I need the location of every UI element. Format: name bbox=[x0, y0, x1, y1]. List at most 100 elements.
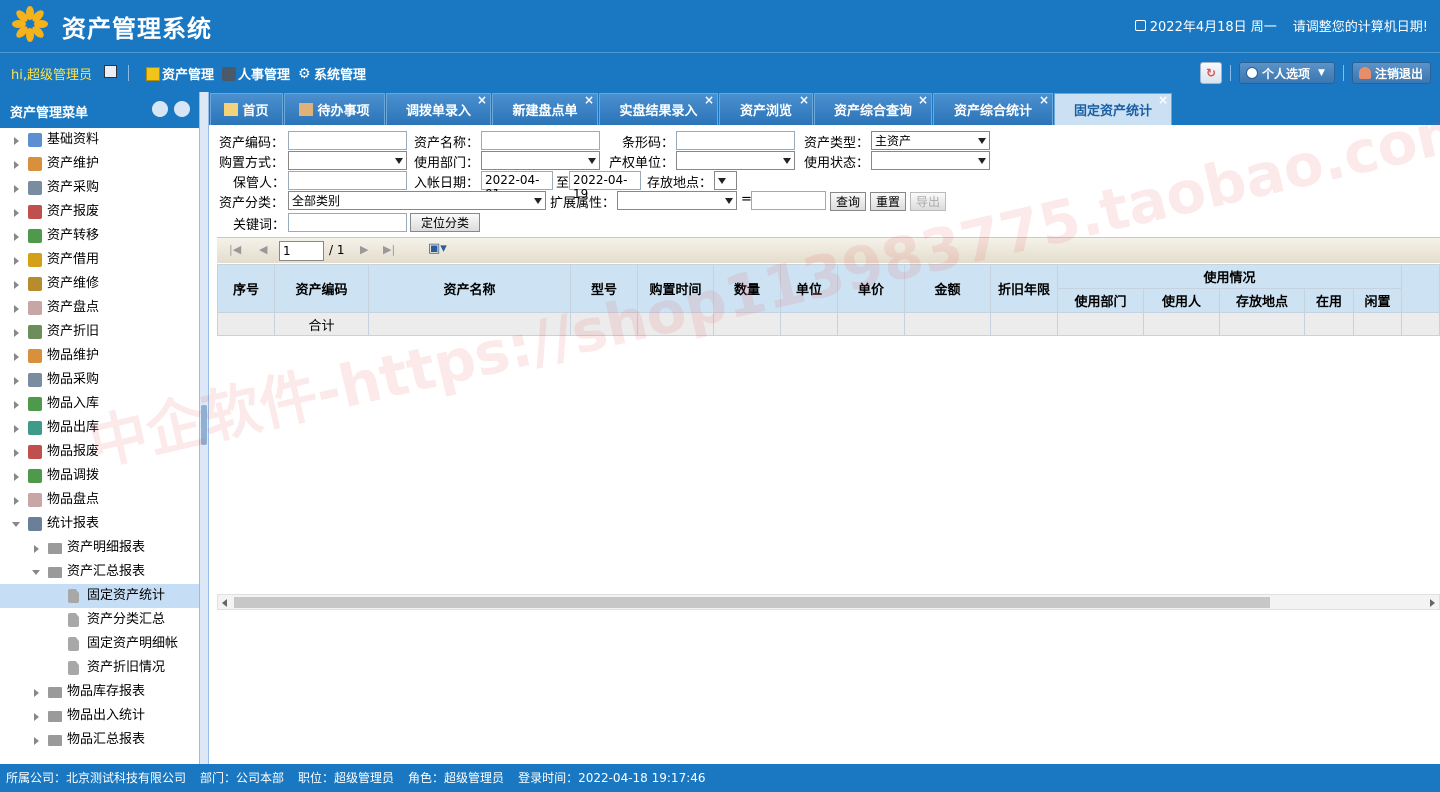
tab[interactable]: 调拨单录入 × bbox=[386, 93, 491, 125]
message-icon[interactable] bbox=[104, 65, 117, 78]
sidebar-item[interactable]: 资产采购 bbox=[0, 176, 199, 200]
module-hr[interactable]: 人事管理 bbox=[222, 64, 290, 83]
scroll-right-icon[interactable] bbox=[1430, 599, 1435, 607]
profile-button[interactable]: 个人选项 ▼ bbox=[1239, 62, 1335, 84]
chevron-right-icon[interactable] bbox=[14, 329, 19, 337]
sidebar-item[interactable]: 物品出库 bbox=[0, 416, 199, 440]
tab[interactable]: 首页 bbox=[210, 93, 283, 125]
chevron-right-icon[interactable] bbox=[14, 401, 19, 409]
chevron-down-icon[interactable] bbox=[32, 570, 40, 575]
column-header[interactable]: 资产名称 bbox=[368, 264, 571, 313]
chevron-right-icon[interactable] bbox=[14, 425, 19, 433]
barcode-input[interactable] bbox=[676, 131, 795, 150]
asset-name-input[interactable] bbox=[481, 131, 600, 150]
chevron-right-icon[interactable] bbox=[34, 737, 39, 745]
sidebar-item[interactable]: 资产折旧 bbox=[0, 320, 199, 344]
next-page-icon[interactable]: ▶ bbox=[360, 243, 368, 256]
sidebar-item[interactable]: 资产盘点 bbox=[0, 296, 199, 320]
scroll-left-icon[interactable] bbox=[222, 599, 227, 607]
ext-attr-select[interactable] bbox=[617, 191, 737, 210]
tab[interactable]: 资产浏览 × bbox=[719, 93, 813, 125]
scrollbar-thumb[interactable] bbox=[234, 597, 1270, 608]
module-asset[interactable]: 资产管理 bbox=[146, 64, 214, 83]
refresh-button[interactable]: ↻ bbox=[1200, 62, 1222, 84]
sidebar-item[interactable]: 固定资产明细帐 bbox=[0, 632, 199, 656]
close-icon[interactable]: × bbox=[584, 93, 594, 107]
dept-select[interactable] bbox=[481, 151, 600, 170]
horizontal-scrollbar[interactable] bbox=[217, 594, 1440, 610]
tab[interactable]: 资产综合查询 × bbox=[814, 93, 932, 125]
custodian-input[interactable] bbox=[288, 171, 407, 190]
column-header[interactable]: 存放地点 bbox=[1219, 288, 1305, 313]
sidebar-item[interactable]: 资产维修 bbox=[0, 272, 199, 296]
chevron-right-icon[interactable] bbox=[14, 377, 19, 385]
close-icon[interactable]: × bbox=[918, 93, 928, 107]
save-icon[interactable]: ▣▾ bbox=[428, 241, 447, 256]
module-system[interactable]: ⚙ 系统管理 bbox=[298, 64, 366, 84]
column-header[interactable]: 购置时间 bbox=[637, 264, 714, 313]
tab[interactable]: 新建盘点单 × bbox=[492, 93, 598, 125]
column-header[interactable]: 序号 bbox=[217, 264, 275, 313]
settings-icon[interactable] bbox=[174, 101, 190, 117]
chevron-down-icon[interactable] bbox=[12, 522, 20, 527]
sidebar-item[interactable]: 物品入库 bbox=[0, 392, 199, 416]
tab[interactable]: 固定资产统计 × bbox=[1054, 93, 1172, 125]
splitter-handle[interactable] bbox=[201, 405, 207, 445]
sidebar-item[interactable]: 物品调拨 bbox=[0, 464, 199, 488]
sidebar-item[interactable]: 物品出入统计 bbox=[0, 704, 199, 728]
sidebar-splitter[interactable] bbox=[200, 92, 209, 764]
last-page-icon[interactable]: ▶| bbox=[383, 243, 395, 256]
sidebar-item[interactable]: 资产分类汇总 bbox=[0, 608, 199, 632]
asset-type-select[interactable]: 主资产 bbox=[871, 131, 990, 150]
chevron-right-icon[interactable] bbox=[14, 281, 19, 289]
tab[interactable]: 资产综合统计 × bbox=[933, 93, 1053, 125]
export-button[interactable]: 导出 bbox=[910, 192, 946, 211]
sidebar-item[interactable]: 物品报废 bbox=[0, 440, 199, 464]
close-icon[interactable]: × bbox=[477, 93, 487, 107]
keyword-input[interactable] bbox=[288, 213, 407, 232]
column-header[interactable]: 闲置 bbox=[1352, 288, 1403, 313]
collapse-icon[interactable] bbox=[152, 101, 168, 117]
date-to-input[interactable]: 2022-04-19 bbox=[569, 171, 641, 201]
sidebar-item[interactable]: 物品采购 bbox=[0, 368, 199, 392]
chevron-right-icon[interactable] bbox=[14, 137, 19, 145]
column-header[interactable]: 型号 bbox=[570, 264, 638, 313]
asset-code-input[interactable] bbox=[288, 131, 407, 150]
chevron-right-icon[interactable] bbox=[34, 713, 39, 721]
sidebar-item[interactable]: 资产报废 bbox=[0, 200, 199, 224]
sidebar-item[interactable]: 基础资料 bbox=[0, 128, 199, 152]
close-icon[interactable]: × bbox=[704, 93, 714, 107]
category-select[interactable]: 全部类别 bbox=[288, 191, 546, 210]
chevron-right-icon[interactable] bbox=[14, 233, 19, 241]
chevron-right-icon[interactable] bbox=[14, 185, 19, 193]
sidebar-item[interactable]: 资产折旧情况 bbox=[0, 656, 199, 680]
close-icon[interactable]: × bbox=[1039, 93, 1049, 107]
tab[interactable]: 待办事项 bbox=[284, 93, 385, 125]
sidebar-item[interactable]: 资产维护 bbox=[0, 152, 199, 176]
chevron-right-icon[interactable] bbox=[14, 305, 19, 313]
chevron-right-icon[interactable] bbox=[14, 473, 19, 481]
chevron-right-icon[interactable] bbox=[34, 689, 39, 697]
first-page-icon[interactable]: |◀ bbox=[229, 243, 241, 256]
sidebar-item[interactable]: 资产借用 bbox=[0, 248, 199, 272]
page-input[interactable]: 1 bbox=[279, 241, 324, 261]
owner-unit-select[interactable] bbox=[676, 151, 795, 170]
column-header[interactable]: 数量 bbox=[713, 264, 781, 313]
sidebar-item[interactable]: 物品汇总报表 bbox=[0, 728, 199, 752]
column-header[interactable]: 使用部门 bbox=[1057, 288, 1144, 313]
reset-button[interactable]: 重置 bbox=[870, 192, 906, 211]
sidebar-item[interactable]: 物品库存报表 bbox=[0, 680, 199, 704]
sidebar-item[interactable]: 资产转移 bbox=[0, 224, 199, 248]
ext-attr-value-input[interactable] bbox=[751, 191, 826, 210]
sidebar-item[interactable]: 物品盘点 bbox=[0, 488, 199, 512]
column-header[interactable]: 单价 bbox=[837, 264, 905, 313]
column-header[interactable]: 在用 bbox=[1304, 288, 1354, 313]
sidebar-item[interactable]: 固定资产统计 bbox=[0, 584, 199, 608]
sidebar-item[interactable]: 资产汇总报表 bbox=[0, 560, 199, 584]
logout-button[interactable]: 注销退出 bbox=[1352, 62, 1431, 84]
close-icon[interactable]: × bbox=[799, 93, 809, 107]
prev-page-icon[interactable]: ◀ bbox=[259, 243, 267, 256]
chevron-right-icon[interactable] bbox=[14, 353, 19, 361]
date-from-input[interactable]: 2022-04-01 bbox=[481, 171, 553, 201]
location-select[interactable] bbox=[714, 171, 737, 190]
